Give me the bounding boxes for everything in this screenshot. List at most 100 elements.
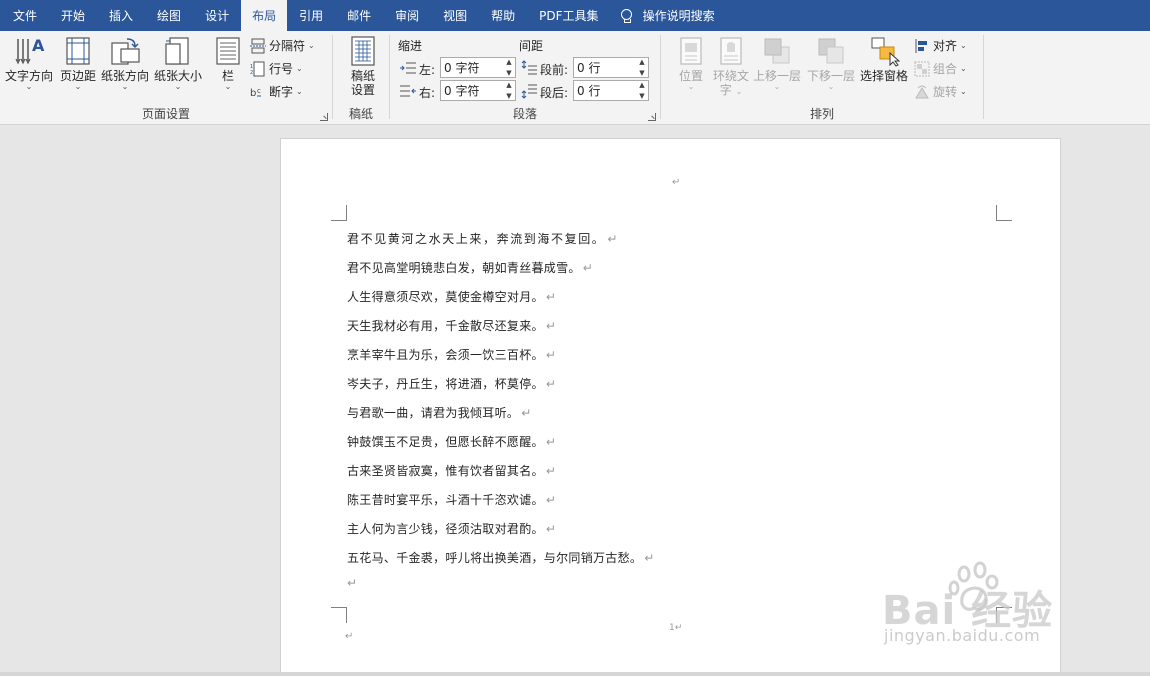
bring-forward-button[interactable]: 上移一层 ⌄ bbox=[753, 35, 801, 91]
svg-text:c: c bbox=[257, 87, 261, 95]
columns-button[interactable]: 栏 ⌄ bbox=[212, 35, 244, 91]
selection-pane-icon bbox=[871, 37, 900, 67]
tab-review[interactable]: 审阅 bbox=[383, 0, 431, 31]
wrap-text-label-line2: 字 ⌄ bbox=[719, 83, 743, 97]
spin-down-icon[interactable]: ▼ bbox=[506, 92, 511, 100]
spacing-after-spinner[interactable]: ▲▼ bbox=[573, 80, 649, 101]
document-line[interactable]: 君不见高堂明镜悲白发，朝如青丝暮成雪。 ↵ bbox=[347, 259, 593, 276]
indent-right-label: 右: bbox=[419, 86, 436, 100]
tab-home[interactable]: 开始 bbox=[49, 0, 97, 31]
wrap-text-button[interactable]: 环绕文 字 ⌄ bbox=[713, 35, 749, 97]
document-line[interactable]: 与君歌一曲，请君为我倾耳听。 ↵ bbox=[347, 404, 532, 421]
chevron-down-icon: ⌄ bbox=[121, 82, 129, 91]
group-objects-label: 组合 bbox=[933, 62, 958, 76]
size-button[interactable]: 纸张大小 ⌄ bbox=[154, 35, 202, 91]
tab-layout[interactable]: 布局 bbox=[241, 0, 288, 31]
arrange-group-label: 排列 bbox=[809, 107, 834, 121]
document-line[interactable]: 人生得意须尽欢，莫使金樽空对月。 ↵ bbox=[347, 288, 556, 305]
line-numbers-button[interactable]: 1 2 行号 ⌄ bbox=[250, 60, 303, 77]
spacing-after-input[interactable] bbox=[574, 81, 636, 100]
document-line[interactable]: 主人何为言少钱，径须沽取对君酌。 ↵ bbox=[347, 520, 556, 537]
crop-mark-bottom-left bbox=[331, 607, 347, 623]
margins-button[interactable]: 页边距 ⌄ bbox=[60, 35, 96, 91]
paper-size-icon bbox=[165, 37, 189, 65]
footer-paragraph-mark: ↵ bbox=[345, 631, 354, 642]
status-bar-edge bbox=[0, 672, 1150, 676]
position-button[interactable]: 位置 ⌄ bbox=[675, 35, 707, 91]
breaks-button[interactable]: 分隔符 ⌄ bbox=[250, 37, 315, 54]
text-direction-button[interactable]: A 文字方向 ⌄ bbox=[5, 35, 53, 91]
send-backward-button[interactable]: 下移一层 ⌄ bbox=[807, 35, 855, 91]
group-separator bbox=[983, 35, 984, 119]
document-line[interactable]: 天生我材必有用，千金散尽还复来。 ↵ bbox=[347, 317, 556, 334]
tell-me-search[interactable]: 操作说明搜索 bbox=[611, 0, 727, 31]
text-direction-label: 文字方向 bbox=[5, 69, 54, 83]
tab-pdf-tools[interactable]: PDF工具集 bbox=[527, 0, 610, 31]
rotate-icon bbox=[915, 85, 929, 98]
svg-text:b: b bbox=[250, 88, 256, 99]
tab-help[interactable]: 帮助 bbox=[479, 0, 527, 31]
ribbon-tab-bar: 文件 开始 插入 绘图 设计 布局 引用 邮件 审阅 视图 帮助 PDF工具集 … bbox=[0, 0, 1150, 31]
tab-file[interactable]: 文件 bbox=[0, 0, 49, 31]
empty-paragraph-mark: ↵ bbox=[347, 576, 358, 590]
tab-insert[interactable]: 插入 bbox=[97, 0, 145, 31]
hyphenation-button[interactable]: b c 断字 ⌄ bbox=[250, 83, 303, 100]
document-line[interactable]: 陈王昔时宴平乐，斗酒十千恣欢谑。 ↵ bbox=[347, 491, 556, 508]
send-backward-icon bbox=[818, 38, 844, 64]
spacing-before-label: 段前: bbox=[540, 63, 569, 77]
tab-draw[interactable]: 绘图 bbox=[145, 0, 193, 31]
manuscript-settings-button[interactable]: 稿纸 设置 bbox=[347, 35, 379, 97]
chevron-down-icon: ⌄ bbox=[687, 82, 695, 91]
tab-mailings[interactable]: 邮件 bbox=[335, 0, 383, 31]
group-objects-button[interactable]: 组合 ⌄ bbox=[914, 60, 967, 77]
group-paragraph: 缩进 间距 左: ▲▼ 右: ▲▼ 段前: ▲▼ bbox=[390, 31, 660, 125]
align-label: 对齐 bbox=[933, 39, 958, 53]
spin-down-icon[interactable]: ▼ bbox=[639, 92, 644, 100]
footer-page-number: 1↵ bbox=[669, 623, 683, 633]
paragraph-dialog-launcher[interactable] bbox=[648, 113, 656, 121]
document-line[interactable]: 古来圣贤皆寂寞，惟有饮者留其名。 ↵ bbox=[347, 462, 556, 479]
svg-text:A: A bbox=[32, 36, 45, 55]
spin-down-icon[interactable]: ▼ bbox=[506, 69, 511, 77]
tab-design[interactable]: 设计 bbox=[193, 0, 241, 31]
spin-up-icon[interactable]: ▲ bbox=[506, 81, 511, 89]
document-line[interactable]: 岑夫子，丹丘生，将进酒，杯莫停。 ↵ bbox=[347, 375, 556, 392]
chevron-down-icon: ⌄ bbox=[960, 63, 967, 73]
document-line[interactable]: 君不见黄河之水天上来，奔流到海不复回。 ↵ bbox=[347, 230, 619, 247]
document-line[interactable]: 钟鼓馔玉不足贵，但愿长醉不愿醒。 ↵ bbox=[347, 433, 556, 450]
document-page[interactable]: ↵ 君不见黄河之水天上来，奔流到海不复回。 ↵ 君不见高堂明镜悲白发，朝如青丝暮成… bbox=[280, 138, 1061, 676]
orientation-icon bbox=[111, 38, 140, 65]
spin-down-icon[interactable]: ▼ bbox=[639, 69, 644, 77]
orientation-button[interactable]: 纸张方向 ⌄ bbox=[101, 35, 149, 91]
chevron-down-icon: ⌄ bbox=[960, 86, 967, 96]
wrap-text-label-line1: 环绕文 bbox=[713, 69, 750, 83]
spacing-before-icon bbox=[521, 60, 537, 75]
columns-icon bbox=[216, 37, 240, 65]
chevron-down-icon: ⌄ bbox=[174, 82, 182, 91]
document-line[interactable]: 烹羊宰牛且为乐，会须一饮三百杯。 ↵ bbox=[347, 346, 556, 363]
indent-left-input[interactable] bbox=[441, 58, 503, 77]
send-backward-label: 下移一层 bbox=[807, 69, 856, 83]
spacing-before-input[interactable] bbox=[574, 58, 636, 77]
spin-up-icon[interactable]: ▲ bbox=[639, 81, 644, 89]
indent-left-spinner[interactable]: ▲▼ bbox=[440, 57, 516, 78]
selection-pane-button[interactable]: 选择窗格 bbox=[860, 35, 908, 83]
tab-view[interactable]: 视图 bbox=[431, 0, 479, 31]
spin-up-icon[interactable]: ▲ bbox=[506, 58, 511, 66]
lightbulb-icon bbox=[619, 8, 633, 24]
chevron-down-icon: ⌄ bbox=[960, 40, 967, 50]
spacing-before-spinner[interactable]: ▲▼ bbox=[573, 57, 649, 78]
chevron-down-icon: ⌄ bbox=[25, 82, 33, 91]
indent-right-spinner[interactable]: ▲▼ bbox=[440, 80, 516, 101]
chevron-down-icon: ⌄ bbox=[296, 63, 303, 73]
align-button[interactable]: 对齐 ⌄ bbox=[914, 37, 967, 54]
tell-me-label: 操作说明搜索 bbox=[642, 9, 715, 23]
spin-up-icon[interactable]: ▲ bbox=[639, 58, 644, 66]
indent-right-input[interactable] bbox=[441, 81, 503, 100]
page-setup-dialog-launcher[interactable] bbox=[320, 113, 328, 121]
line-numbers-icon: 1 2 bbox=[250, 61, 265, 76]
chevron-down-icon: ⌄ bbox=[296, 86, 303, 96]
tab-references[interactable]: 引用 bbox=[287, 0, 335, 31]
document-line[interactable]: 五花马、千金裘，呼儿将出换美酒，与尔同销万古愁。 ↵ bbox=[347, 549, 655, 566]
rotate-button[interactable]: 旋转 ⌄ bbox=[914, 83, 967, 100]
